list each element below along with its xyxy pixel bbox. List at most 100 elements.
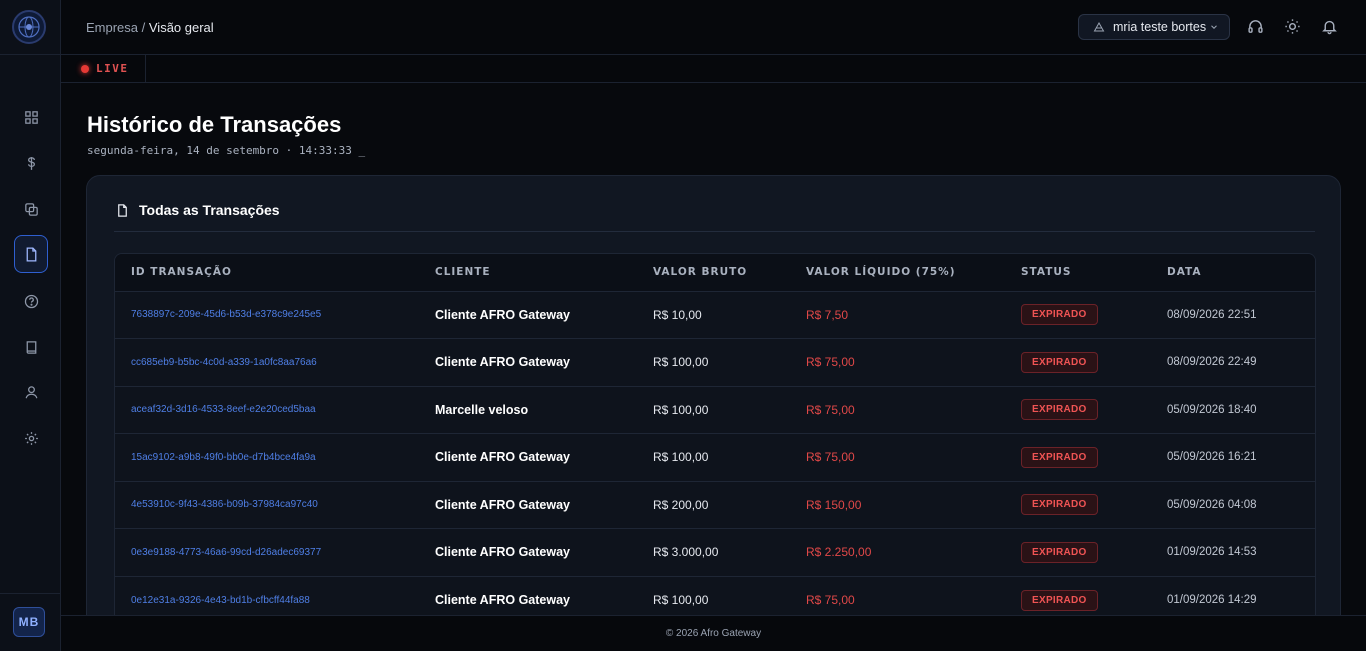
transaction-date: 05/09/2026 04:08: [1167, 498, 1257, 511]
status-badge: EXPIRADO: [1021, 304, 1098, 326]
footer: © 2026 Afro Gateway: [61, 615, 1366, 651]
grid-icon: [24, 110, 38, 124]
table-row[interactable]: 15ac9102-a9b8-49f0-bb0e-d7b4bce4fa9a Cli…: [115, 433, 1315, 482]
breadcrumb-separator: /: [138, 20, 149, 35]
nav-dashboard[interactable]: [14, 98, 48, 136]
table-row[interactable]: 4e53910c-9f43-4386-b09b-37984ca97c40 Cli…: [115, 481, 1315, 529]
page-subtitle: segunda-feira, 14 de setembro · 14:33:33…: [87, 144, 366, 157]
client-name: Cliente AFRO Gateway: [435, 307, 570, 322]
net-value: R$ 75,00: [806, 402, 855, 417]
nav-docs[interactable]: [14, 328, 48, 366]
nav-settings[interactable]: [14, 419, 48, 457]
status-cell: EXPIRADO: [1005, 291, 1151, 339]
status-badge: EXPIRADO: [1021, 541, 1098, 563]
gross-value: R$ 3.000,00: [653, 545, 719, 560]
net-value: R$ 7,50: [806, 307, 849, 322]
column-header-status[interactable]: STATUS: [1005, 254, 1151, 291]
avatar[interactable]: MB: [13, 607, 45, 637]
status-cell: EXPIRADO: [1005, 481, 1151, 529]
sun-icon[interactable]: [1284, 18, 1301, 35]
client-name: Cliente AFRO Gateway: [435, 497, 570, 512]
client-name: Cliente AFRO Gateway: [435, 450, 570, 465]
card-header: Todas as Transações: [115, 202, 280, 218]
transaction-id-link[interactable]: 15ac9102-a9b8-49f0-bb0e-d7b4bce4fa9a: [115, 434, 419, 482]
book-icon: [26, 340, 36, 354]
transaction-id-link[interactable]: aceaf32d-3d16-4533-8eef-e2e20ced5baa: [115, 386, 419, 434]
breadcrumb: Empresa / Visão geral: [86, 20, 214, 35]
client-name: Cliente AFRO Gateway: [435, 545, 570, 560]
transaction-date: 08/09/2026 22:49: [1167, 356, 1257, 369]
status-cell: EXPIRADO: [1005, 529, 1151, 577]
status-badge: EXPIRADO: [1021, 399, 1098, 421]
top-header: Empresa / Visão geral mria teste bortes: [61, 0, 1366, 55]
card-divider: [114, 231, 1315, 232]
sidebar-divider-bottom: [0, 593, 61, 594]
gross-value: R$ 200,00: [653, 497, 709, 512]
brand-logo[interactable]: [12, 10, 46, 44]
status-badge: EXPIRADO: [1021, 351, 1098, 373]
chevron-down-icon: [1211, 25, 1217, 29]
client-name: Cliente AFRO Gateway: [435, 355, 570, 370]
transaction-date: 08/09/2026 22:51: [1167, 308, 1257, 321]
transaction-id-link[interactable]: 0e3e9188-4773-46a6-99cd-d26adec69377: [115, 529, 419, 577]
transactions-table: ID TRANSAÇÃO CLIENTE VALOR BRUTO VALOR L…: [114, 253, 1316, 625]
live-dot-icon: [81, 64, 89, 73]
nav-transactions[interactable]: [14, 235, 48, 273]
bell-icon[interactable]: [1321, 18, 1338, 35]
transfer-icon: [24, 202, 38, 216]
nav-profile[interactable]: [14, 373, 48, 411]
globe-logo-icon: [18, 16, 40, 38]
transaction-date: 05/09/2026 18:40: [1167, 403, 1257, 416]
gross-value: R$ 100,00: [653, 355, 709, 370]
transaction-date: 05/09/2026 16:21: [1167, 451, 1257, 464]
gross-value: R$ 100,00: [653, 402, 709, 417]
transaction-id-link[interactable]: 4e53910c-9f43-4386-b09b-37984ca97c40: [115, 481, 419, 529]
user-icon: [25, 385, 37, 398]
live-indicator: LIVE: [61, 55, 146, 82]
column-header-client[interactable]: CLIENTE: [419, 254, 637, 291]
status-cell: EXPIRADO: [1005, 434, 1151, 482]
net-value: R$ 2.250,00: [806, 545, 872, 560]
gross-value: R$ 100,00: [653, 450, 709, 465]
transaction-id-link[interactable]: cc685eb9-b5bc-4c0d-a339-1a0fc8aa76a6: [115, 339, 419, 387]
status-badge: EXPIRADO: [1021, 589, 1098, 611]
page-title: Histórico de Transações: [87, 112, 342, 137]
live-label: LIVE: [96, 62, 129, 75]
net-value: R$ 75,00: [806, 355, 855, 370]
table-row[interactable]: cc685eb9-b5bc-4c0d-a339-1a0fc8aa76a6 Cli…: [115, 338, 1315, 387]
gross-value: R$ 10,00: [653, 307, 702, 322]
document-icon: [118, 203, 127, 217]
nav-transfers[interactable]: [14, 190, 48, 228]
dollar-icon: [27, 156, 35, 170]
status-cell: EXPIRADO: [1005, 339, 1151, 387]
transaction-date: 01/09/2026 14:53: [1167, 546, 1257, 559]
user-menu-button[interactable]: mria teste bortes: [1078, 14, 1230, 40]
table-row[interactable]: 7638897c-209e-45d6-b53d-e378c9e245e5 Cli…: [115, 291, 1315, 339]
table-row[interactable]: 0e3e9188-4773-46a6-99cd-d26adec69377 Cli…: [115, 528, 1315, 577]
user-name: mria teste bortes: [1113, 20, 1207, 34]
nav-help[interactable]: [14, 282, 48, 320]
breadcrumb-parent[interactable]: Empresa: [86, 20, 138, 35]
sidebar-divider: [0, 54, 61, 55]
column-header-date[interactable]: DATA: [1151, 254, 1315, 291]
nav-finance[interactable]: [14, 144, 48, 182]
headset-icon[interactable]: [1247, 18, 1264, 35]
footer-copyright: © 2026 Afro Gateway: [665, 628, 762, 639]
status-badge: EXPIRADO: [1021, 446, 1098, 468]
document-icon: [26, 246, 36, 262]
table-row[interactable]: aceaf32d-3d16-4533-8eef-e2e20ced5baa Mar…: [115, 386, 1315, 434]
table-header-row: ID TRANSAÇÃO CLIENTE VALOR BRUTO VALOR L…: [115, 254, 1315, 291]
column-header-id[interactable]: ID TRANSAÇÃO: [115, 254, 419, 291]
live-bar: LIVE: [61, 55, 1366, 83]
status-cell: EXPIRADO: [1005, 386, 1151, 434]
sidebar: MB: [0, 0, 61, 651]
transactions-card: Todas as Transações ID TRANSAÇÃO CLIENTE…: [86, 175, 1341, 635]
column-header-gross[interactable]: VALOR BRUTO: [637, 254, 790, 291]
net-value: R$ 150,00: [806, 497, 862, 512]
help-icon: [24, 294, 38, 308]
card-title: Todas as Transações: [139, 202, 280, 218]
breadcrumb-current: Visão geral: [148, 20, 214, 35]
column-header-net[interactable]: VALOR LÍQUIDO (75%): [790, 254, 1005, 291]
gear-icon: [24, 431, 38, 445]
transaction-id-link[interactable]: 7638897c-209e-45d6-b53d-e378c9e245e5: [115, 291, 419, 339]
